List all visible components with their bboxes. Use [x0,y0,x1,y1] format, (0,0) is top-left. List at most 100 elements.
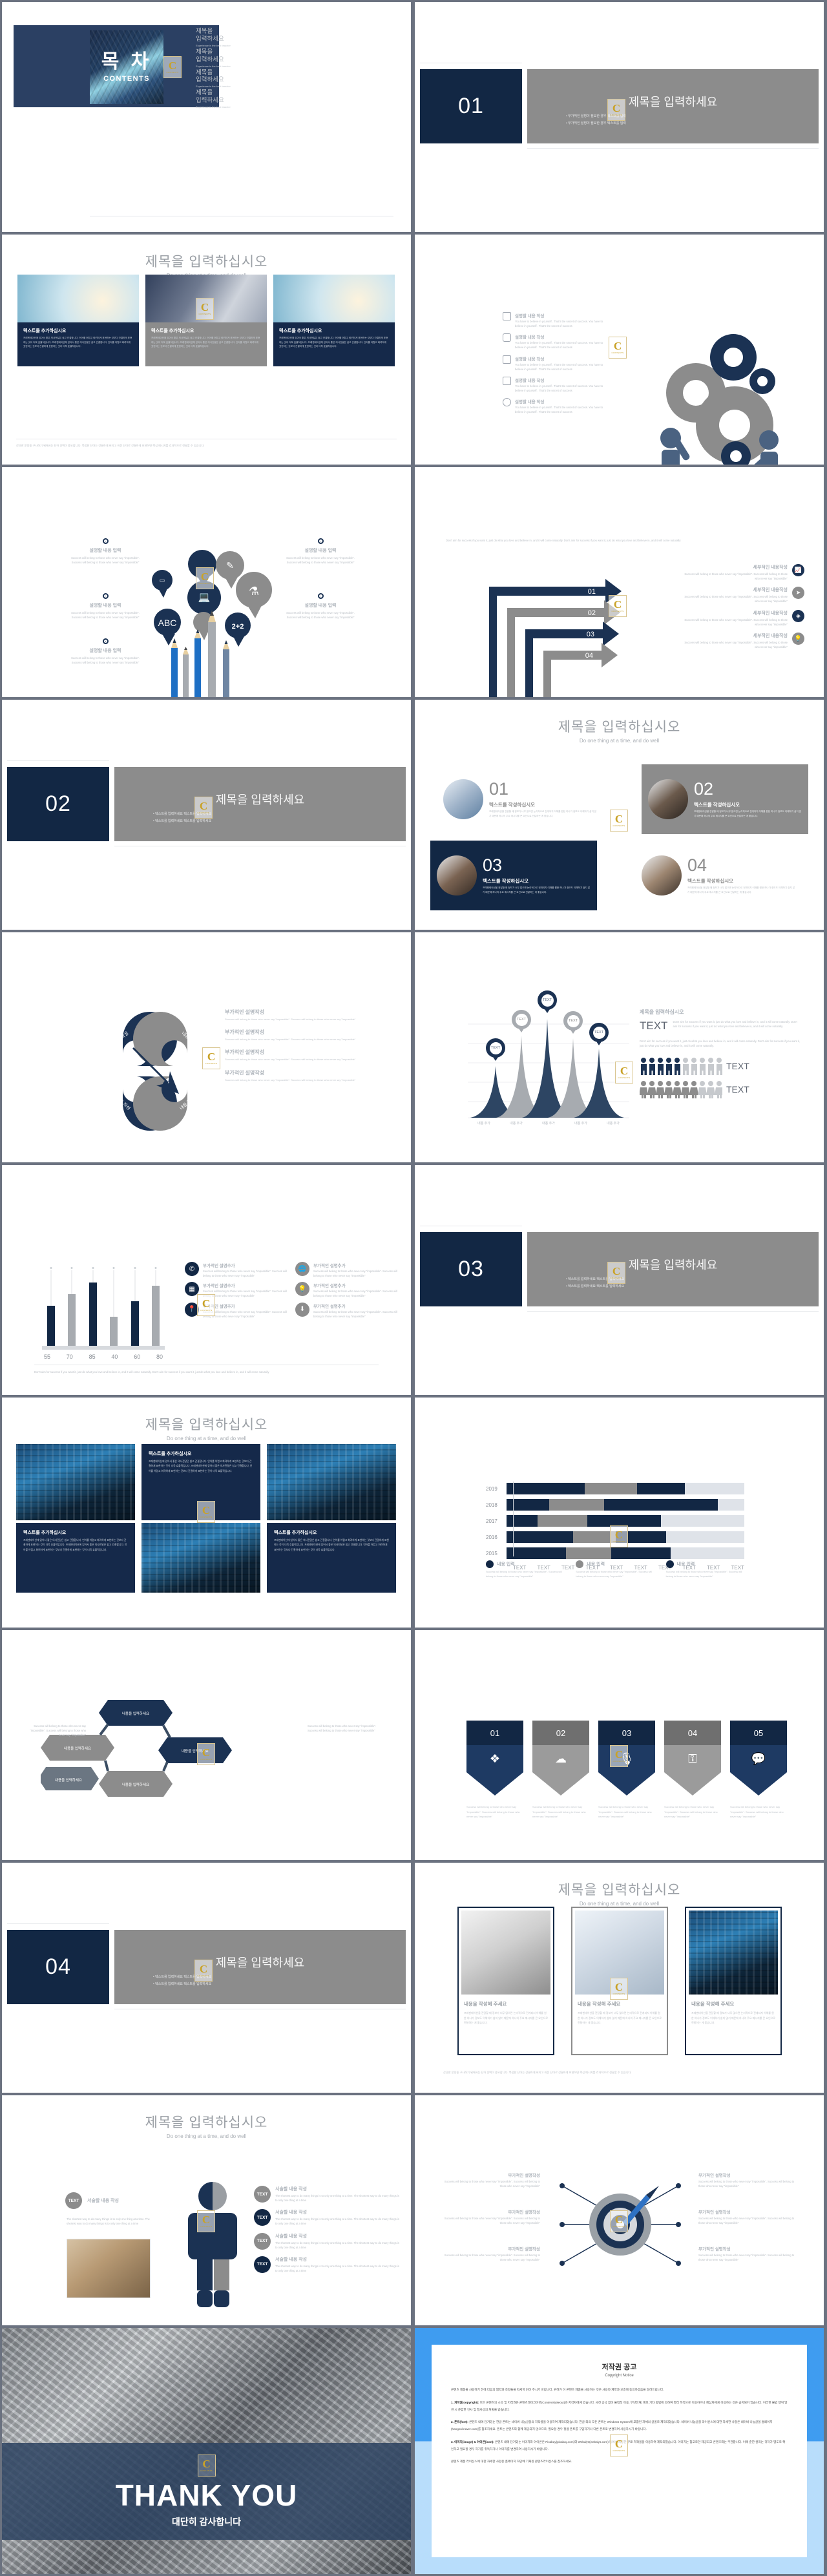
slide-pencils[interactable]: 설명할 내용 입력 Success will belong to those wh… [2,467,411,697]
list-item[interactable]: ✆ 부가적인 설명추가 Success will belong to those w… [185,1262,288,1278]
list-item[interactable]: TEXT 서술할 내용 작성 The shortest way to do many… [254,2186,399,2203]
list-item[interactable]: 부가적인 설명작성 Success will belong to those wh… [225,1029,386,1042]
target-left-3[interactable]: 부가적인 설명작성 Success will belong to those wh… [443,2245,540,2262]
disc-icon [503,398,511,407]
list-item[interactable]: 설명할 내용 작성 You have to believe in yourself… [503,355,606,372]
text-block[interactable]: 텍스트를 추가하십시오 프레젠테이션에 있어서 좋은 의사전달은 쉽고 간결합니… [267,1523,396,1593]
slide-copyright[interactable]: 저작권 공고 Copyright Notice 콘텐츠 제품을 사용하기 전에 … [415,2328,824,2574]
page-title: 제목을 입력하세요 [215,1956,305,1969]
city-photo[interactable] [16,1444,135,1520]
slide-city-photos[interactable]: 제목을 입력하십시오 Do one thing at a time, and d… [2,1398,411,1628]
photo-card[interactable]: 텍스트를 추가하십시오 프레젠테이션에 있어서 좋은 의사전달은 쉽고 간결합니… [273,275,395,366]
pin-marker[interactable]: TEXT [589,1023,609,1047]
list-item[interactable]: TEXT 서술할 내용 작성 The shortest way to do many… [254,2256,399,2273]
slide-gears[interactable]: 설명할 내용 작성 You have to believe in yourself… [415,235,824,465]
slide-divider-01[interactable]: 01 제목을 입력하세요 • 부가적인 설명이 필요한 경우 텍스트를 입력 •… [415,2,824,232]
slide-banners[interactable]: 01 ❖ Success will belong to those who ne… [415,1630,824,1860]
slide-divider-03[interactable]: 03 제목을 입력하세요 • 텍스트를 입력하세요 텍스트를 입력하세요 • 텍… [415,1165,824,1395]
slide-thank-you[interactable]: C CONTENTS THANK YOU 대단히 감사합니다 [2,2328,411,2574]
watermark-logo: C CONTENTS [194,797,213,819]
slide-divider-04[interactable]: 04 제목을 입력하세요 • 텍스트를 입력하세요 텍스트를 입력하세요 • 텍… [2,1863,411,2093]
city-night-photo [689,1911,778,1995]
left-heading[interactable]: TEXT 서술할 내용 작성 [65,2192,119,2209]
list-item[interactable]: 제목을 입력하세요 Experience is the best teacher [196,28,319,47]
list-item[interactable]: 제목을 입력하세요 Experience is the best teacher [196,89,319,109]
target-right-3[interactable]: 부가적인 설명작성 Success will belong to those wh… [698,2245,795,2262]
list-item[interactable]: TEXT 서술할 내용 작성 The shortest way to do many… [254,2232,399,2250]
page-title: 제목을 입력하십시오 [558,1883,681,1898]
slide-stacked-bars[interactable]: 2019 2018 2017 2016 2015 TEXT TEXT TEXT … [415,1398,824,1628]
slide-four-profiles[interactable]: 제목을 입력하십시오 Do one thing at a time, and d… [415,700,824,930]
slide-three-photo-cards[interactable]: 제목을 입력하십시오 Do one thing at a time, and d… [2,235,411,465]
target-right-2[interactable]: 부가적인 설명작성 Success will belong to those wh… [698,2208,795,2225]
text-block[interactable]: 텍스트를 추가하십시오 프레젠테이션에 있어서 좋은 의사전달은 쉽고 간결합니… [16,1523,135,1593]
desk-photo[interactable] [67,2239,151,2298]
list-item[interactable]: 세부적인 내용작성 Success will belong to those wh… [682,564,804,581]
pin-marker[interactable]: TEXT [563,1011,583,1036]
profile-card[interactable]: 02 텍스트를 작성하십시오 프레젠테이션을 전달할 때 정보가 너무 많으면 … [642,764,808,834]
list-item[interactable]: 설명할 내용 작성 You have to believe in yourself… [503,312,606,328]
slide-target[interactable]: 부가적인 설명작성 Success will belong to those wh… [415,2095,824,2325]
profile-card[interactable]: 04 텍스트를 작성하십시오 프레젠테이션을 전달할 때 정보가 너무 많으면 … [635,841,802,910]
city-photo[interactable] [267,1444,396,1520]
list-item[interactable]: 부가적인 설명작성 Success will belong to those wh… [225,1009,386,1021]
list-item[interactable]: 부가적인 설명작성 Success will belong to those wh… [225,1069,386,1082]
list-item[interactable]: 🌐 부가적인 설명추가 Success will belong to those w… [295,1262,398,1278]
list-item[interactable]: 설명할 내용 작성 You have to believe in yourself… [503,376,606,393]
pin-marker[interactable]: TEXT [538,990,557,1015]
pin-marker[interactable]: TEXT [486,1038,505,1063]
target-left-2[interactable]: 부가적인 설명작성 Success will belong to those wh… [443,2208,540,2225]
svg-text:▭: ▭ [160,577,165,583]
copyright-background: 저작권 공고 Copyright Notice 콘텐츠 제품을 사용하기 전에 … [415,2328,824,2574]
watermark-logo: C CONTENTS [610,1525,628,1547]
logo-caption: CONTENTS [166,70,179,74]
section-title-panel: 제목을 입력하세요 • 부가적인 설명이 필요한 경우 텍스트를 입력 • 부가… [527,69,819,143]
list-item[interactable]: 제목을 입력하세요 Experience is the best teacher [196,48,319,68]
list-item[interactable]: 세부적인 내용작성 Success will belong to those wh… [682,587,804,603]
slide-infinity-loop[interactable]: 내용 작성 내용 작성 내용 작성 내용 작성 부가적인 설명작성 Success… [2,932,411,1162]
photo-card[interactable]: 텍스트를 추가하십시오 프레젠테이션에 있어서 좋은 의사전달은 쉽고 간결합니… [17,275,139,366]
banner-card[interactable]: 04 ⚿ Success will belong to those who ne… [664,1721,721,1819]
watermark-logo: C CONTENTS [197,1743,215,1765]
list-item[interactable]: 부가적인 설명작성 Success will belong to those wh… [225,1049,386,1062]
banner-card[interactable]: 05 💬 Success will belong to those who ne… [730,1721,787,1819]
slide-person-infographic[interactable]: 제목을 입력하십시오 Do one thing at a time, and d… [2,2095,411,2325]
banner-card[interactable]: 01 ❖ Success will belong to those who ne… [466,1721,523,1819]
profile-card[interactable]: 03 텍스트를 작성하십시오 프레젠테이션을 전달할 때 정보가 너무 많으면 … [430,841,597,910]
portrait-card[interactable]: 내용을 작성해 주세요 프레젠테이션을 전달할 때 정보가 너무 많으면 논리적… [685,1907,782,2055]
peak-pins: TEXT TEXT TEXT TEXT TEXT [468,985,629,1063]
slide-divider-02[interactable]: 02 제목을 입력하세요 • 텍스트를 입력하세요 텍스트를 입력하세요 • 텍… [2,700,411,930]
target-left-1[interactable]: 부가적인 설명작성 Success will belong to those wh… [443,2172,540,2188]
slide-bar-chart[interactable]: 55 70 85 40 60 80 ✆ 부가적인 설명추가 Success will… [2,1165,411,1395]
slide-portrait-cards[interactable]: 제목을 입력하십시오 Do one thing at a time, and d… [415,1863,824,2093]
target-right-1[interactable]: 부가적인 설명작성 Success will belong to those wh… [698,2172,795,2188]
slide-arrows[interactable]: Don't aim for success if you want it, ju… [415,467,824,697]
legend-item[interactable]: 내용 입력 Success will belong to those who ne… [486,1560,564,1579]
list-item[interactable]: 설명할 내용 작성 You have to believe in yourself… [503,398,606,414]
pin-marker[interactable]: TEXT [512,1010,531,1034]
list-item[interactable]: 설명할 내용 작성 You have to believe in yourself… [503,333,606,350]
footer-note: 간단한 문장을 구사하기 위해서는 단어 선택이 중요합니다. 복잡한 단어는 … [16,438,397,448]
banner-card[interactable]: 03 🎙 Success will belong to those who ne… [598,1721,655,1819]
legend-item[interactable]: 내용 입력 Success will belong to those who ne… [665,1560,744,1579]
slide-contents[interactable]: 목 차 CONTENTS C CONTENTS 제목을 입력하세요 Experi… [2,2,411,232]
portrait-card[interactable]: 내용을 작성해 주세요 프레젠테이션을 전달할 때 정보가 너무 많으면 논리적… [457,1907,554,2055]
profile-card[interactable]: 01 텍스트를 작성하십시오 프레젠테이션을 전달할 때 정보가 너무 많으면 … [437,764,603,834]
photo-card[interactable]: 텍스트를 추가하십시오 프레젠테이션에 있어서 좋은 의사전달은 쉽고 간결합니… [145,275,267,366]
download-icon: ⬇ [295,1302,309,1317]
slide-hex-network[interactable]: 내용을 입력하세요 내용을 입력하세요 내용을 입력하세요 내용을 입력하세요 … [2,1630,411,1860]
list-item[interactable]: 제목을 입력하세요 Experience is the best teacher [196,69,319,89]
page-title: 제목을 입력하세요 [215,793,305,806]
banner-card[interactable]: 02 ☁ Success will belong to those who ne… [532,1721,589,1819]
city-photo[interactable] [141,1523,260,1593]
list-item[interactable]: ⬇ 부가적인 설명추가 Success will belong to those w… [295,1302,398,1319]
list-item[interactable]: TEXT 서술할 내용 작성 The shortest way to do many… [254,2209,399,2226]
list-item[interactable]: 세부적인 내용작성 Success will belong to those wh… [682,609,804,627]
chart-bar [151,1267,160,1347]
feature-right-2[interactable]: 설명할 내용 입력 Success will belong to those wh… [282,593,359,620]
list-item[interactable]: 세부적인 내용작성 Success will belong to those wh… [682,632,804,649]
feature-right-1[interactable]: 설명할 내용 입력 Success will belong to those wh… [282,538,359,565]
slide-peak-chart[interactable]: TEXT TEXT TEXT TEXT TEXT 내용 추가 내용 추가 내용 추… [415,932,824,1162]
legend-item[interactable]: 내용 입력 Success will belong to those who ne… [576,1560,654,1579]
list-item[interactable]: 💡 부가적인 설명추가 Success will belong to those w… [295,1282,398,1298]
